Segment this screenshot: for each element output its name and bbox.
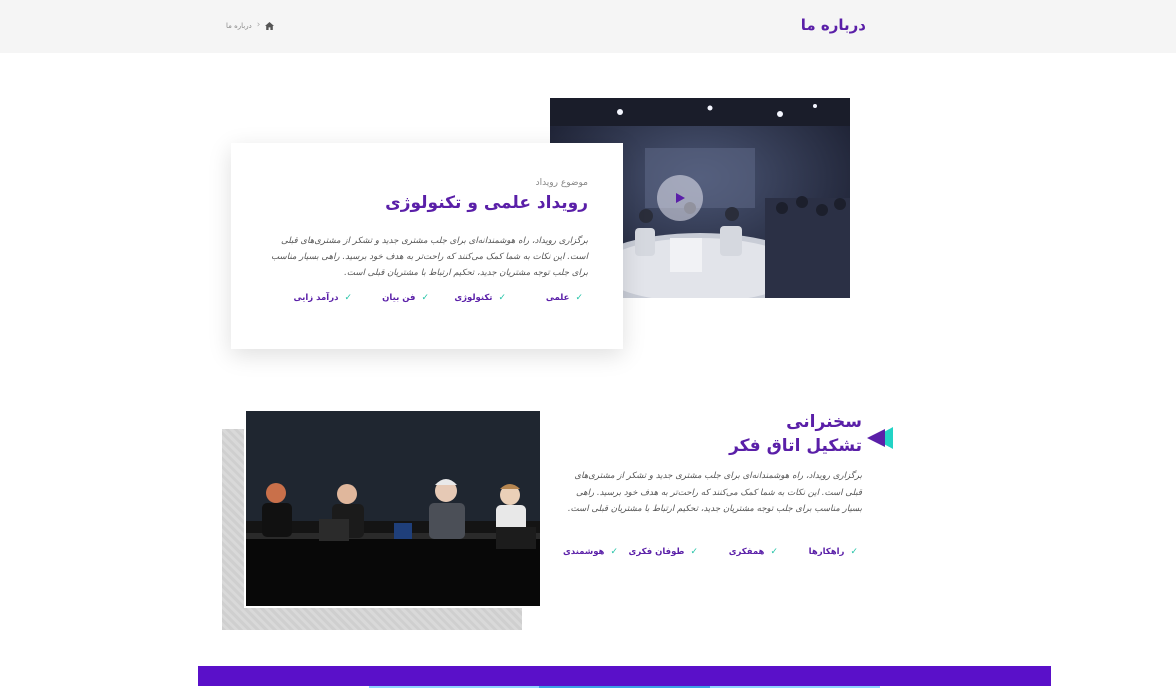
lecture-description: برگزاری رویداد، راه هوشمندانه‌ای برای جل… bbox=[567, 471, 862, 514]
double-arrow-icon bbox=[865, 427, 893, 449]
feature-item: ✓ راهکارها bbox=[808, 547, 858, 557]
video-play-button[interactable] bbox=[657, 175, 703, 221]
event-description: برگزاری رویداد، راه هوشمندانه‌ای برای جل… bbox=[271, 236, 588, 278]
check-icon: ✓ bbox=[610, 547, 618, 557]
event-eyebrow: موضوع رویداد bbox=[535, 178, 588, 188]
breadcrumb-current: درباره ما bbox=[226, 21, 252, 30]
feature-item: ✓ درآمد زایی bbox=[293, 293, 352, 303]
lecture-title-line2: تشکیل اتاق فکر bbox=[729, 436, 862, 456]
lecture-section-title: سخنرانی تشکیل اتاق فکر bbox=[729, 410, 862, 458]
page-header: درباره ما › درباره ما bbox=[0, 0, 1176, 53]
bottom-banner bbox=[198, 666, 1051, 688]
feature-item: ✓ علمی bbox=[545, 293, 583, 303]
check-icon: ✓ bbox=[421, 293, 429, 303]
page-title: درباره ما bbox=[800, 16, 866, 34]
home-icon[interactable] bbox=[265, 21, 275, 30]
feature-item: ✓ فن بیان bbox=[382, 293, 429, 303]
feature-item: ✓ همفکری bbox=[728, 547, 778, 557]
check-icon: ✓ bbox=[770, 547, 778, 557]
check-icon: ✓ bbox=[690, 547, 698, 557]
check-icon: ✓ bbox=[850, 547, 858, 557]
lecture-title-line1: سخنرانی bbox=[786, 412, 862, 432]
breadcrumb-separator-icon: › bbox=[256, 20, 261, 30]
check-icon: ✓ bbox=[498, 293, 506, 303]
lecture-feature-list: ✓ راهکارها ✓ همفکری ✓ طوفان فکری ✓ هوشمندی bbox=[563, 547, 858, 557]
lecture-panel-photo bbox=[244, 411, 540, 608]
check-icon: ✓ bbox=[575, 293, 583, 303]
event-info-card: موضوع رویداد رویداد علمی و تکنولوژی برگز… bbox=[231, 143, 623, 349]
feature-item: ✓ تکنولوژی bbox=[454, 293, 506, 303]
check-icon: ✓ bbox=[344, 293, 352, 303]
feature-item: ✓ هوشمندی bbox=[563, 547, 618, 557]
feature-item: ✓ طوفان فکری bbox=[628, 547, 698, 557]
event-feature-list: ✓ علمی ✓ تکنولوژی ✓ فن بیان ✓ درآمد زایی bbox=[275, 293, 583, 303]
breadcrumb: › درباره ما bbox=[226, 20, 275, 30]
event-title: رویداد علمی و تکنولوژی bbox=[385, 193, 588, 213]
play-icon bbox=[676, 193, 685, 203]
